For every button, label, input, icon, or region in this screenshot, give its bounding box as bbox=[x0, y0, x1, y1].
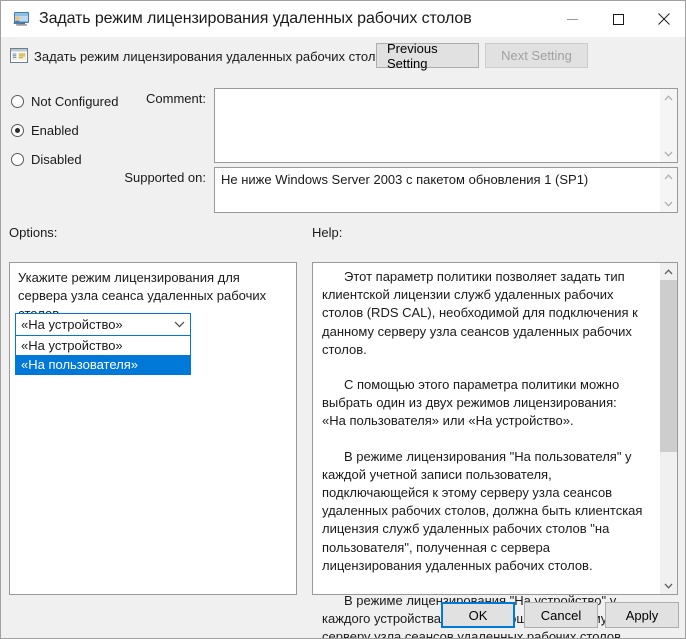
next-setting-button: Next Setting bbox=[485, 43, 588, 68]
minimize-button[interactable] bbox=[549, 1, 595, 37]
help-panel: Этот параметр политики позволяет задать … bbox=[312, 262, 678, 638]
radio-disabled[interactable]: Disabled bbox=[11, 152, 82, 167]
policy-setting-name: Задать режим лицензирования удаленных ра… bbox=[34, 49, 390, 64]
supported-on-field[interactable]: Не ниже Windows Server 2003 с пакетом об… bbox=[214, 167, 678, 213]
radio-mark-enabled bbox=[11, 124, 24, 137]
help-text: Этот параметр политики позволяет задать … bbox=[322, 268, 644, 638]
radio-mark-not-configured bbox=[11, 95, 24, 108]
cancel-button[interactable]: Cancel bbox=[524, 602, 598, 628]
supported-on-value: Не ниже Windows Server 2003 с пакетом об… bbox=[221, 172, 589, 187]
licensing-mode-dropdown-list[interactable]: «На устройство» «На пользователя» bbox=[15, 336, 191, 375]
scroll-up-icon[interactable] bbox=[664, 263, 673, 280]
scroll-up-icon[interactable] bbox=[664, 168, 673, 185]
licensing-mode-combobox[interactable]: «На устройство» bbox=[15, 313, 191, 336]
policy-setting-dialog: Задать режим лицензирования удаленных ра… bbox=[0, 0, 686, 639]
comment-scrollbar[interactable] bbox=[660, 89, 677, 162]
policy-header: Задать режим лицензирования удаленных ра… bbox=[1, 37, 685, 81]
scroll-down-icon[interactable] bbox=[664, 195, 673, 212]
scroll-up-icon[interactable] bbox=[664, 89, 673, 106]
comment-input[interactable] bbox=[214, 88, 678, 163]
radio-mark-disabled bbox=[11, 153, 24, 166]
window-title: Задать режим лицензирования удаленных ра… bbox=[39, 10, 472, 27]
help-paragraph: С помощью этого параметра политики можно… bbox=[322, 377, 620, 429]
apply-button[interactable]: Apply bbox=[605, 602, 679, 628]
previous-setting-button[interactable]: Previous Setting bbox=[376, 41, 479, 71]
help-label: Help: bbox=[312, 225, 343, 240]
combobox-selected-value: «На устройство» bbox=[21, 317, 123, 332]
help-paragraph: В режиме лицензирования "На пользователя… bbox=[322, 448, 643, 573]
radio-label-disabled: Disabled bbox=[31, 152, 82, 167]
supported-on-scrollbar[interactable] bbox=[660, 168, 677, 212]
title-bar: Задать режим лицензирования удаленных ра… bbox=[1, 1, 685, 37]
remote-desktop-icon bbox=[12, 11, 30, 27]
ok-button[interactable]: OK bbox=[441, 602, 515, 628]
supported-on-label: Supported on: bbox=[124, 170, 206, 185]
scroll-down-icon[interactable] bbox=[664, 145, 673, 162]
options-label: Options: bbox=[9, 225, 58, 240]
group-policy-icon bbox=[9, 46, 29, 66]
options-panel: Укажите режим лицензирования для сервера… bbox=[9, 262, 297, 595]
radio-enabled[interactable]: Enabled bbox=[11, 123, 79, 138]
radio-label-enabled: Enabled bbox=[31, 123, 79, 138]
help-scroll-thumb[interactable] bbox=[660, 280, 677, 453]
help-scrollbar[interactable] bbox=[660, 263, 677, 594]
help-paragraph: Этот параметр политики позволяет задать … bbox=[322, 269, 638, 357]
dropdown-item-per-user[interactable]: «На пользователя» bbox=[16, 355, 190, 374]
help-scroll-track[interactable] bbox=[660, 280, 677, 577]
close-button[interactable] bbox=[641, 1, 685, 37]
window-controls bbox=[549, 1, 685, 37]
comment-label: Comment: bbox=[146, 91, 206, 106]
dropdown-item-per-device[interactable]: «На устройство» bbox=[16, 336, 190, 355]
scroll-down-icon[interactable] bbox=[664, 577, 673, 594]
maximize-button[interactable] bbox=[595, 1, 641, 37]
chevron-down-icon[interactable] bbox=[174, 314, 185, 335]
